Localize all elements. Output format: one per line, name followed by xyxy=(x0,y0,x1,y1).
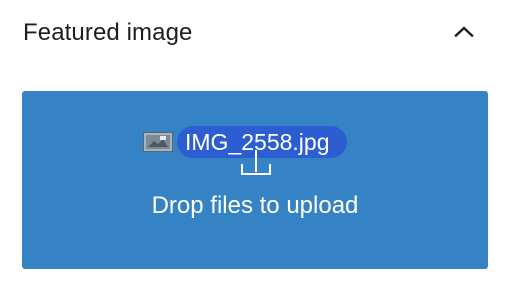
image-thumbnail-icon xyxy=(143,132,173,152)
upload-icon xyxy=(238,148,274,178)
panel-header[interactable]: Featured image xyxy=(0,0,508,66)
upload-dropzone[interactable] xyxy=(22,91,488,269)
chevron-up-icon xyxy=(452,20,476,44)
featured-image-panel: Featured image IMG_2558.jpg Drop files t… xyxy=(0,0,508,308)
panel-title: Featured image xyxy=(23,19,193,46)
collapse-toggle-button[interactable] xyxy=(446,14,482,50)
drop-files-message: Drop files to upload xyxy=(151,192,359,219)
